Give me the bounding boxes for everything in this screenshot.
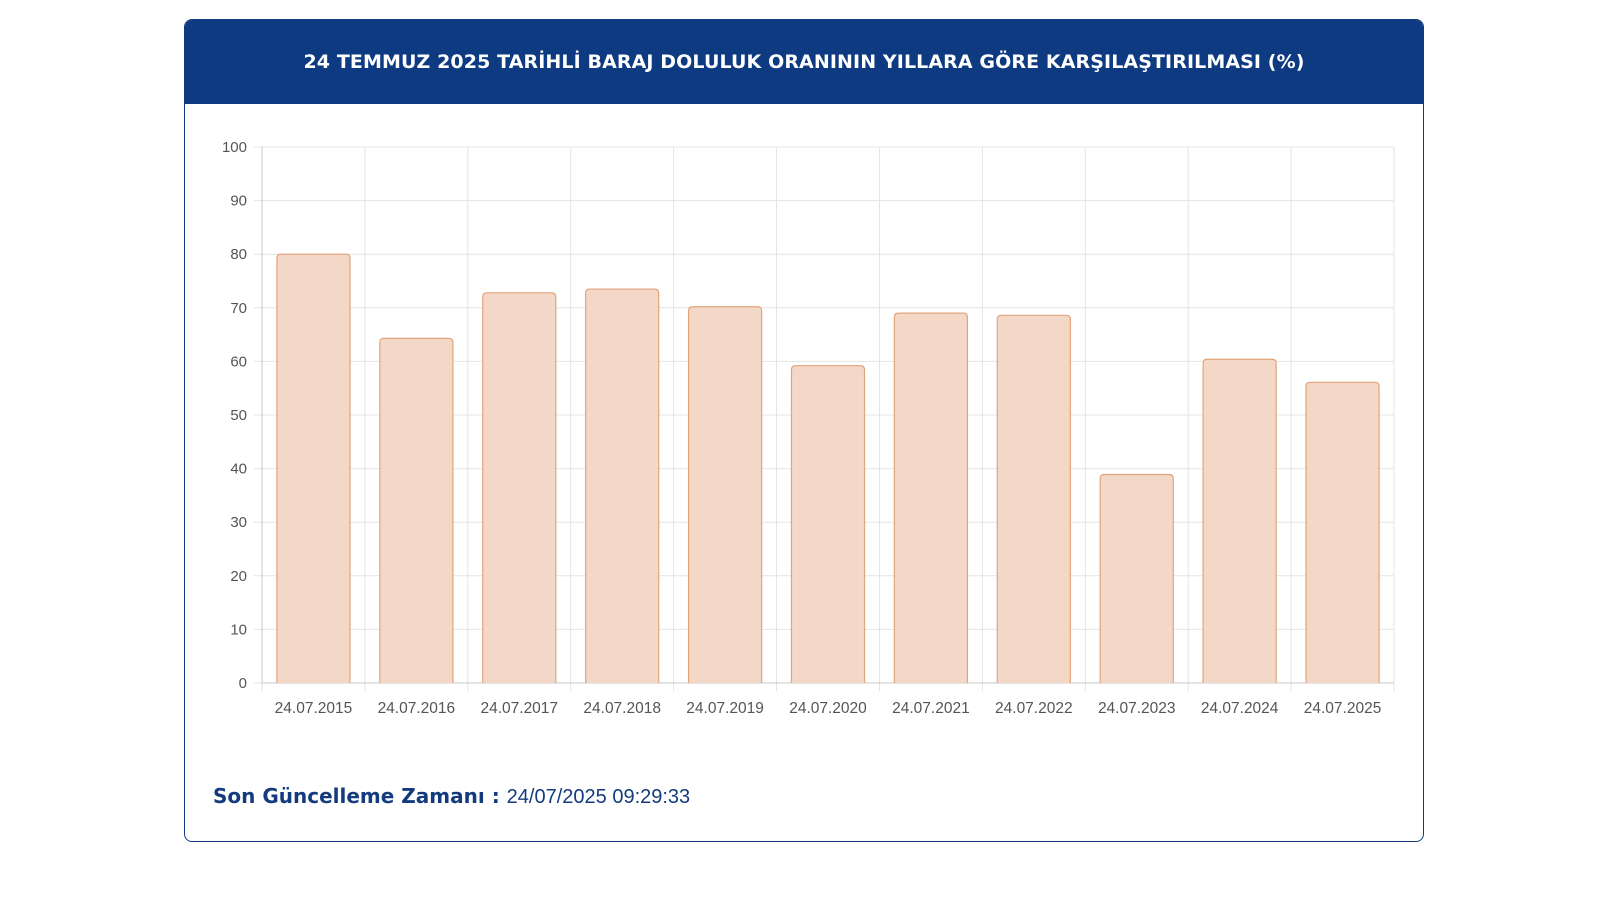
x-tick-label: 24.07.2017 xyxy=(480,700,558,717)
x-tick-label: 24.07.2015 xyxy=(275,700,353,717)
y-tick-label: 50 xyxy=(230,407,247,424)
bar-24.07.2023[interactable] xyxy=(1099,473,1174,683)
y-tick-label: 20 xyxy=(230,568,247,585)
last-update: Son Güncelleme Zamanı : 24/07/2025 09:29… xyxy=(213,784,690,809)
x-tick-label: 24.07.2025 xyxy=(1304,700,1382,717)
bar-24.07.2024[interactable] xyxy=(1202,358,1277,683)
bar-24.07.2017[interactable] xyxy=(482,292,557,683)
chart-card: 24 TEMMUZ 2025 TARİHLİ BARAJ DOLULUK ORA… xyxy=(184,19,1424,842)
bar-24.07.2015[interactable] xyxy=(276,253,351,683)
y-tick-labels: 0 10 20 30 40 50 60 70 80 90 100 xyxy=(222,139,247,692)
y-tick-label: 10 xyxy=(230,621,247,638)
last-update-value: 24/07/2025 09:29:33 xyxy=(506,786,691,808)
last-update-separator: : xyxy=(484,784,507,808)
bar-24.07.2025[interactable] xyxy=(1305,381,1380,683)
x-tick-label: 24.07.2020 xyxy=(789,700,867,717)
x-tick-label: 24.07.2018 xyxy=(583,700,661,717)
bar-chart: 0102030405060708090100 24.07.2015 24.07.2… xyxy=(222,139,1395,717)
bar-24.07.2018[interactable] xyxy=(585,288,660,683)
y-tick-label: 100 xyxy=(222,139,247,156)
y-tick-label: 40 xyxy=(230,461,247,478)
x-tick-label: 24.07.2022 xyxy=(995,700,1073,717)
x-tick-labels: 24.07.2015 24.07.2016 24.07.2017 24.07.2018… xyxy=(275,700,1382,717)
x-tick-label: 24.07.2024 xyxy=(1201,700,1279,717)
bars xyxy=(276,253,1380,683)
y-tick-label: 0 xyxy=(239,675,247,692)
bar-24.07.2020[interactable] xyxy=(790,365,866,683)
bar-24.07.2019[interactable] xyxy=(687,306,763,683)
y-tick-label: 60 xyxy=(230,353,247,370)
y-tick-label: 90 xyxy=(230,193,247,210)
x-tick-label: 24.07.2016 xyxy=(378,700,456,717)
x-tick-label: 24.07.2019 xyxy=(686,700,764,717)
last-update-label: Son Güncelleme Zamanı xyxy=(213,784,485,808)
y-tick-label: 80 xyxy=(230,246,247,263)
y-tick-label: 70 xyxy=(230,300,247,317)
x-tick-label: 24.07.2021 xyxy=(892,700,970,717)
bar-24.07.2021[interactable] xyxy=(893,312,969,683)
bar-24.07.2016[interactable] xyxy=(379,337,454,683)
y-tick-label: 30 xyxy=(230,514,247,531)
bar-24.07.2022[interactable] xyxy=(996,314,1071,683)
x-tick-label: 24.07.2023 xyxy=(1098,700,1176,717)
